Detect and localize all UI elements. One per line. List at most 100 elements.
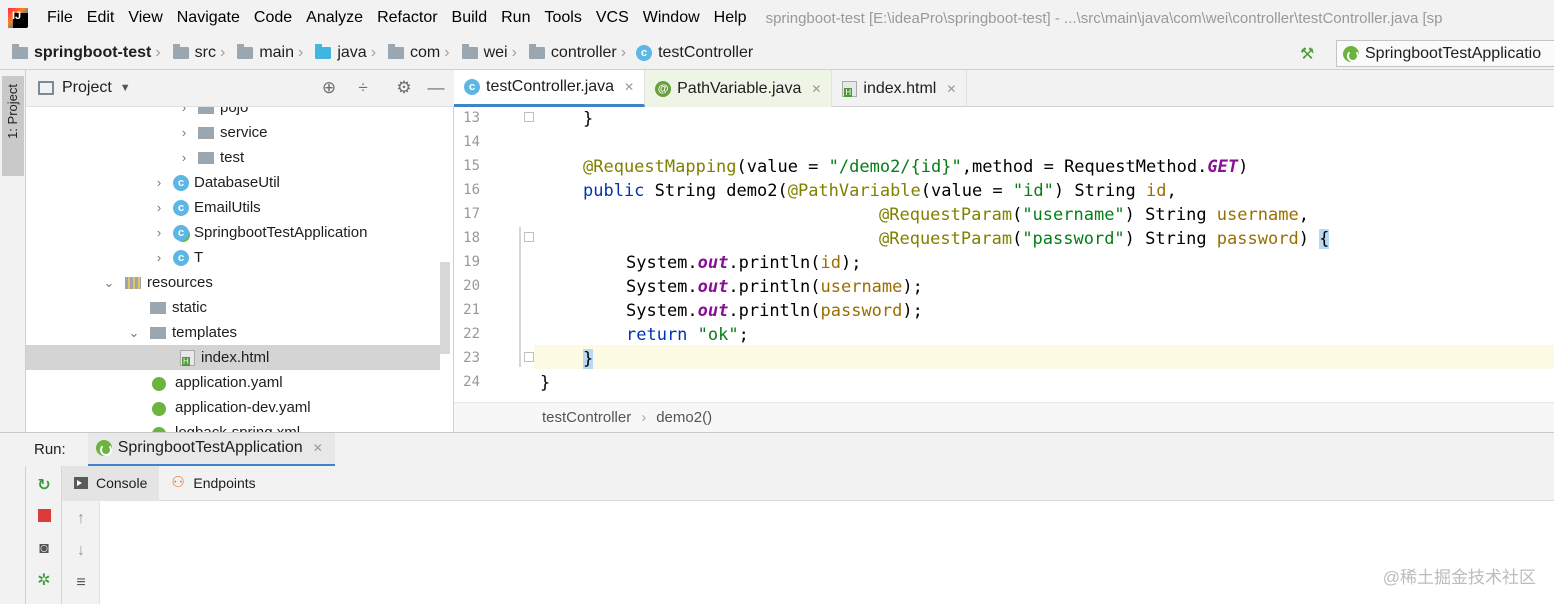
tree-item-pojo[interactable]: › pojo (26, 107, 440, 120)
tree-item-application-yaml[interactable]: application.yaml (26, 370, 440, 395)
tree-item-application-dev-yaml[interactable]: application-dev.yaml (26, 395, 440, 420)
chevron-down-icon[interactable]: ▼ (120, 82, 131, 94)
tree-item-service[interactable]: › service (26, 120, 440, 145)
breadcrumb-java[interactable]: java › (303, 43, 376, 62)
fold-marker-icon[interactable] (524, 112, 534, 122)
editor-breadcrumb-class[interactable]: testController (542, 409, 631, 426)
package-folder-icon (198, 107, 214, 114)
intellij-logo-icon: IJ (8, 8, 28, 28)
tree-item-emailutils[interactable]: › c EmailUtils (26, 195, 440, 220)
tree-item-resources[interactable]: ⌄ resources (26, 270, 440, 295)
chevron-right-icon[interactable]: › (176, 107, 192, 115)
gear-icon[interactable]: ⚙ (394, 78, 414, 98)
tab-index-html[interactable]: index.html ✕ (832, 70, 968, 107)
breadcrumb-wei[interactable]: wei › (450, 43, 517, 62)
tree-item-label: pojo (220, 107, 249, 116)
fold-marker-icon[interactable] (524, 232, 534, 242)
project-panel-header: Project ▼ ⊕ ÷ ⚙ — (26, 70, 454, 107)
menu-refactor[interactable]: Refactor (370, 9, 444, 27)
class-icon: c (636, 44, 653, 61)
project-tree: › pojo › service › test › c DatabaseUtil… (26, 107, 454, 432)
console-output[interactable]: @稀土掘金技术社区 (100, 501, 1554, 604)
chevron-right-icon[interactable]: › (176, 150, 192, 165)
tree-scrollbar[interactable] (440, 262, 450, 354)
tree-item-label: DatabaseUtil (194, 174, 280, 191)
rerun-icon[interactable]: ↻ (34, 476, 54, 496)
breadcrumb-main[interactable]: main › (225, 43, 303, 62)
breadcrumb-src[interactable]: src › (161, 43, 225, 62)
run-configuration-label: SpringbootTestApplicatio (1365, 44, 1542, 62)
arrow-up-icon[interactable]: ↑ (71, 509, 91, 529)
soft-wrap-icon[interactable]: ≡ (71, 573, 91, 593)
hide-panel-icon[interactable]: — (426, 78, 446, 98)
project-view-selector[interactable]: Project (62, 79, 112, 97)
line-number: 19 (463, 254, 480, 270)
build-hammer-icon[interactable]: ⚒ (1300, 44, 1320, 63)
class-icon: c (173, 199, 189, 216)
code-editor[interactable]: 13 14 15 16 17 18 19 20 21 22 23 24 } @R… (454, 107, 1554, 402)
tree-item-test[interactable]: › test (26, 145, 440, 170)
run-tab-label: SpringbootTestApplication (117, 439, 303, 456)
menu-help[interactable]: Help (707, 9, 754, 27)
editor-breadcrumb-method[interactable]: demo2() (656, 409, 712, 426)
menu-analyze[interactable]: Analyze (299, 9, 370, 27)
console-gutter: ↑ ↓ ≡ (62, 501, 100, 604)
arrow-down-icon[interactable]: ↓ (71, 541, 91, 561)
fold-marker-icon[interactable] (524, 352, 534, 362)
menu-navigate[interactable]: Navigate (170, 9, 247, 27)
project-name: springboot-test (34, 43, 152, 61)
close-icon[interactable]: ✕ (624, 80, 634, 94)
menu-view[interactable]: View (121, 9, 169, 27)
close-icon[interactable]: ✕ (313, 441, 323, 455)
project-tool-window-tab[interactable]: 1: Project (2, 76, 24, 176)
chevron-right-icon[interactable]: › (151, 225, 167, 240)
locate-file-icon[interactable]: ⊕ (319, 78, 339, 98)
menu-run[interactable]: Run (494, 9, 537, 27)
collapse-all-icon[interactable]: ÷ (353, 78, 373, 98)
camera-icon[interactable]: ◙ (34, 539, 54, 559)
chevron-down-icon[interactable]: ⌄ (126, 325, 142, 341)
tree-item-springboottestapplication[interactable]: › c SpringbootTestApplication (26, 220, 440, 245)
breadcrumb-class[interactable]: c testController (636, 44, 753, 62)
spring-boot-icon (95, 440, 112, 456)
run-tab-springboottestapplication[interactable]: SpringbootTestApplication ✕ (87, 432, 335, 467)
menu-build[interactable]: Build (445, 9, 495, 27)
chevron-down-icon[interactable]: ⌄ (101, 275, 117, 291)
menu-window[interactable]: Window (636, 9, 707, 27)
chevron-right-icon[interactable]: › (151, 250, 167, 265)
breadcrumb-com[interactable]: com › (376, 43, 450, 62)
chevron-right-icon[interactable]: › (176, 125, 192, 140)
tree-item-label: templates (172, 324, 238, 341)
spring-boot-icon (1343, 45, 1359, 62)
tree-item-templates[interactable]: ⌄ templates (26, 320, 440, 345)
tab-testcontroller-java[interactable]: c testController.java ✕ (454, 70, 646, 107)
chevron-right-icon[interactable]: › (151, 175, 167, 190)
tree-item-index-html[interactable]: index.html (26, 345, 440, 370)
tree-item-label: logback-spring.xml (175, 424, 300, 432)
tab-pathvariable-java[interactable]: @ PathVariable.java ✕ (645, 70, 833, 107)
stop-icon[interactable] (34, 506, 54, 526)
menu-tools[interactable]: Tools (537, 9, 588, 27)
menu-edit[interactable]: Edit (80, 9, 122, 27)
breadcrumb-controller[interactable]: controller › (517, 43, 626, 62)
tree-item-static[interactable]: static (26, 295, 440, 320)
debug-bug-icon[interactable]: ✲ (34, 571, 54, 591)
tree-item-logback-spring[interactable]: logback-spring.xml (26, 420, 440, 432)
tab-endpoints[interactable]: ⚇ Endpoints (159, 466, 267, 501)
tree-item-databaseutil[interactable]: › c DatabaseUtil (26, 170, 440, 195)
close-icon[interactable]: ✕ (811, 82, 821, 96)
run-configuration-selector[interactable]: SpringbootTestApplicatio (1336, 40, 1554, 67)
xml-file-icon (152, 425, 170, 432)
tab-console[interactable]: Console (62, 465, 160, 501)
chevron-right-icon[interactable]: › (151, 200, 167, 215)
class-icon: c (173, 174, 189, 191)
tab-label: Endpoints (193, 475, 256, 491)
close-icon[interactable]: ✕ (946, 82, 956, 96)
editor-breadcrumb: testController › demo2() (454, 402, 1554, 432)
breadcrumb-project[interactable]: springboot-test › (0, 43, 161, 62)
tree-item-t[interactable]: › c T (26, 245, 440, 270)
menu-code[interactable]: Code (247, 9, 299, 27)
tree-item-label: test (220, 149, 245, 166)
menu-file[interactable]: File (40, 9, 80, 27)
menu-vcs[interactable]: VCS (589, 9, 636, 27)
